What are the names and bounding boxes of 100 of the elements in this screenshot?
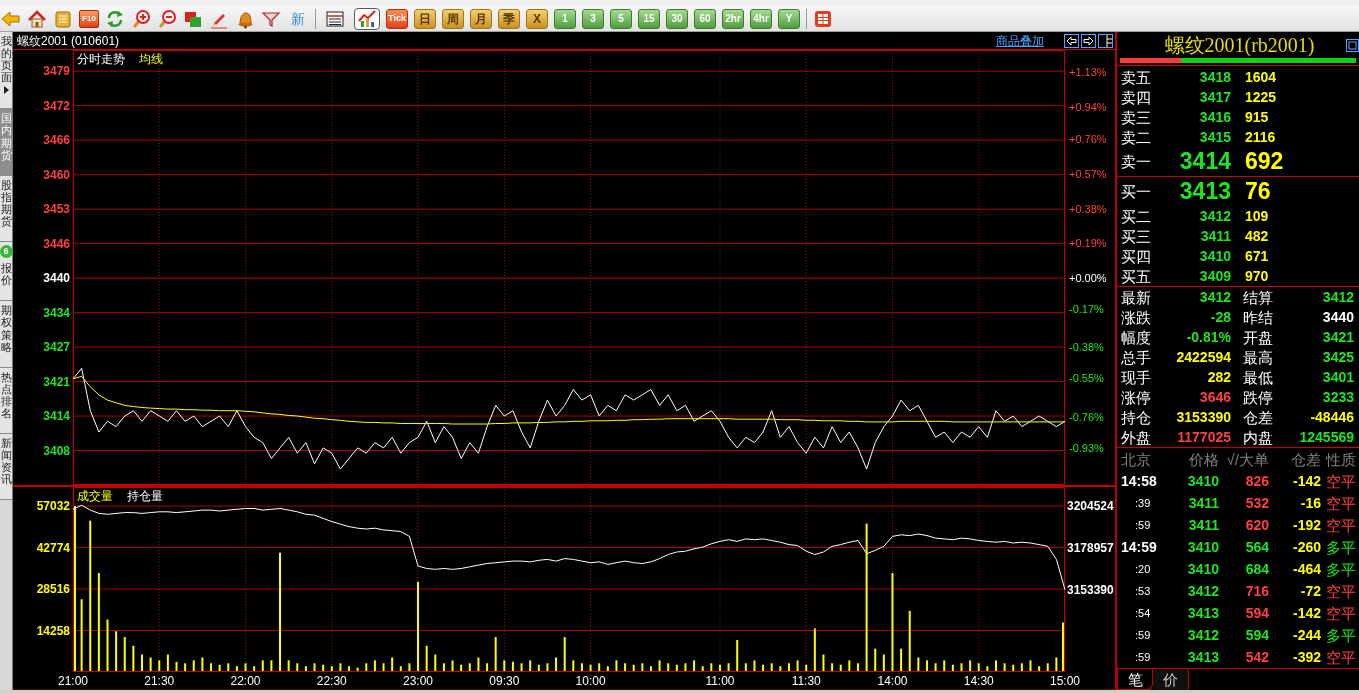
stat-value: -48446 [1309,410,1355,424]
axis-label: +1.13% [1069,65,1107,78]
news-button[interactable]: 新 [287,8,309,29]
tick-volume: 542 [1244,650,1269,664]
tick-oi-change: -392 [1291,650,1321,664]
tick-time: :54 [1134,607,1152,619]
volume-bar [848,660,851,671]
book-volume: 671 [1244,249,1269,263]
axis-label: 28516 [36,582,70,596]
book-price: 3413 [1178,180,1231,203]
panel-tab[interactable]: 价 [1153,669,1189,690]
line-chart-icon [357,8,377,29]
f10-button[interactable]: F10 [79,9,99,28]
volume-bar [425,645,428,671]
back-arrow-icon[interactable] [1,8,21,29]
period-button[interactable]: 季 [498,8,520,29]
volume-bar [348,666,351,671]
period-button[interactable]: 周 [442,8,464,29]
tick-nature: 空平 [1325,495,1357,511]
notebook-icon[interactable] [53,8,73,29]
volume-bar [856,663,859,671]
book-volume: 2116 [1244,130,1276,144]
volume-bar [770,663,773,671]
tick-nature: 空平 [1325,517,1357,533]
volume-bar [356,667,359,671]
book-label: 买一 [1120,184,1152,199]
axis-label: +0.57% [1069,168,1107,181]
tick-oi-change: -192 [1291,518,1321,532]
book-volume: 692 [1244,150,1284,173]
panel-tab[interactable]: 笔 [1117,669,1153,690]
volume-bar [1020,663,1023,671]
sidebar-tab[interactable]: 热点排名 [0,367,12,435]
volume-bar [624,663,627,671]
volume-bar [1003,663,1006,671]
chart-title: 螺纹2001 (010601) [16,34,120,47]
arrow-right-icon[interactable] [1081,33,1096,48]
volume-bar [977,663,980,671]
axis-label: -0.55% [1069,372,1104,385]
volume-bar [1055,657,1058,671]
sidebar-tab[interactable]: 期权策略 [0,301,12,368]
maximize-icon[interactable] [1346,38,1359,52]
axis-label: 3440 [43,271,70,286]
tick-time: :59 [1134,629,1152,641]
sidebar-tab[interactable]: 股指期货 [0,175,12,243]
column-header: 北京 [1120,451,1152,467]
book-volume: 970 [1244,269,1269,283]
stat-label: 昨结 [1242,309,1274,325]
column-header: √/大单 [1225,451,1269,467]
book-volume: 482 [1244,229,1269,243]
arrow-left-icon[interactable] [1064,33,1079,48]
sidebar-tab[interactable]: 我的页面 [0,32,12,110]
sidebar-tab[interactable]: 新闻资讯 [0,434,12,501]
refresh-icon[interactable] [105,8,125,29]
sidebar-tab[interactable]: 6 报价 [0,242,12,302]
axis-label: 22:30 [316,674,347,688]
period-button[interactable]: X [526,8,548,29]
stat-label: 现手 [1120,369,1152,385]
volume-bar [787,663,790,671]
home-icon[interactable] [27,8,47,29]
tick-nature: 多平 [1325,627,1357,643]
zoom-in-icon[interactable] [131,8,151,29]
tick-nature: 多平 [1325,539,1357,555]
axis-label: -0.17% [1069,303,1104,316]
period-button[interactable]: 月 [470,8,492,29]
tick-nature: 空平 [1325,649,1357,665]
period-button[interactable]: Tick [386,8,408,29]
volume-bar [701,666,704,671]
sidebar-tab[interactable]: 国内期货 [0,109,12,176]
volume-bar [339,663,342,671]
axis-label: 3446 [43,236,70,251]
tick-volume: 594 [1244,606,1269,620]
stat-label: 涨停 [1120,389,1152,405]
volume-bar [218,664,221,671]
stat-value: 3425 [1321,350,1355,364]
volume-bar [115,631,118,671]
tick-price: 3413 [1186,606,1219,620]
axis-label: 22:00 [230,674,261,688]
book-label: 买四 [1120,248,1152,264]
stat-value: -28 [1209,310,1231,324]
stat-label: 最高 [1242,349,1274,365]
book-label: 卖五 [1120,69,1152,85]
volume-bar [529,660,532,671]
stat-value: 3412 [1321,290,1355,304]
layout-icon[interactable] [1098,33,1113,48]
expand-arrow-icon[interactable] [3,86,9,95]
volume-bar [641,663,644,671]
tick-price: 3410 [1186,474,1219,488]
volume-bar [555,657,558,671]
stat-label: 最新 [1120,289,1152,305]
book-price: 3410 [1198,249,1231,263]
tick-time: :59 [1134,519,1152,531]
grid-icon[interactable] [813,8,833,29]
stat-value: 2422594 [1175,350,1231,364]
overlay-link[interactable]: 商品叠加 [996,34,1044,47]
period-button[interactable]: 日 [414,8,436,29]
volume-bar [434,654,437,671]
volume-bar [1038,666,1041,671]
chart-view-button[interactable] [354,7,380,30]
zoom-out-icon[interactable] [157,8,177,29]
volume-bar [511,661,514,671]
